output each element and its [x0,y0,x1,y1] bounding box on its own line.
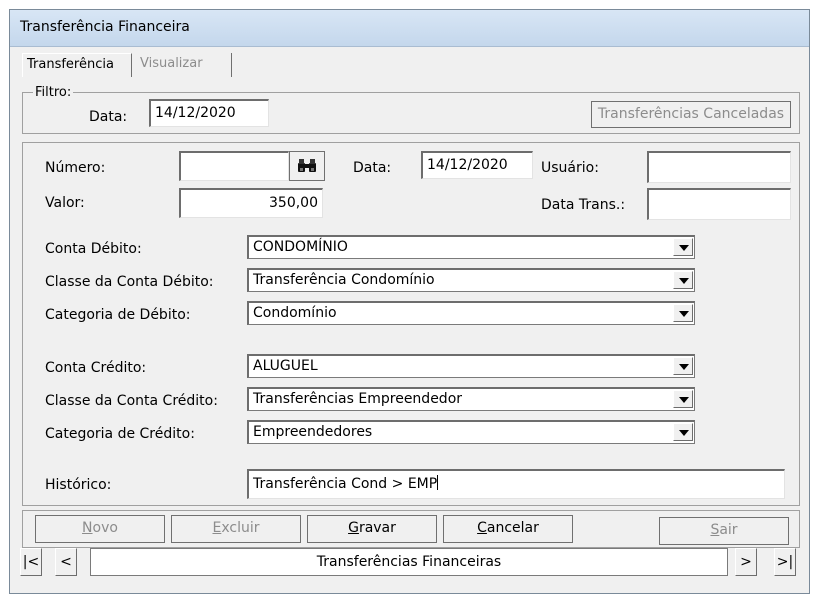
classe-debito-label: Classe da Conta Débito: [45,274,214,290]
chevron-down-icon[interactable] [673,357,693,375]
conta-debito-select[interactable]: CONDOMÍNIO [247,235,695,259]
conta-credito-value: ALUGUEL [253,358,318,374]
cancelar-accel: C [477,520,487,536]
sair-label: air [719,522,738,538]
sair-button[interactable]: Sair [659,517,789,545]
navigator-label: Transferências Financeiras [90,548,728,576]
sair-accel: S [710,522,720,538]
gravar-button[interactable]: Gravar [307,515,437,543]
next-record-button[interactable]: > [735,548,757,576]
categoria-debito-label: Categoria de Débito: [45,307,191,323]
chevron-down-icon[interactable] [673,423,693,441]
data-label: Data: [353,160,392,176]
filter-legend: Filtro: [33,85,74,100]
search-button[interactable] [289,151,325,181]
excluir-accel: E [212,520,222,536]
numero-label: Número: [45,160,106,176]
data-trans-label: Data Trans.: [541,197,626,213]
chevron-down-icon[interactable] [673,304,693,322]
cancelar-label: ancelar [486,520,539,536]
novo-button[interactable]: Novo [35,515,165,543]
tab-visualizar[interactable]: Visualizar [136,53,232,77]
text-caret [437,475,439,490]
data-trans-input[interactable] [647,188,791,220]
cancelar-button[interactable]: Cancelar [443,515,573,543]
conta-credito-label: Conta Crédito: [45,360,147,376]
usuario-label: Usuário: [541,160,599,176]
action-bar: Novo Excluir Gravar Cancelar Sair [22,510,800,548]
conta-debito-value: CONDOMÍNIO [253,239,348,255]
classe-debito-value: Transferência Condomínio [253,272,435,288]
last-record-button[interactable]: >| [774,548,796,576]
valor-label: Valor: [45,195,85,211]
conta-debito-label: Conta Débito: [45,241,142,257]
gravar-accel: G [348,520,359,536]
historico-value: Transferência Cond > EMP [253,476,438,492]
first-record-button[interactable]: |< [20,548,42,576]
novo-label: ovo [92,520,118,536]
binoculars-icon [298,159,316,172]
categoria-debito-select[interactable]: Condomínio [247,301,695,325]
main-window: Transferência Financeira Transferência V… [9,9,810,594]
filter-date-input[interactable]: 14/12/2020 [149,99,269,127]
chevron-down-icon[interactable] [673,271,693,289]
categoria-credito-value: Empreendedores [253,424,373,440]
numero-input[interactable] [179,151,289,181]
chevron-down-icon[interactable] [673,238,693,256]
data-input[interactable]: 14/12/2020 [421,151,533,179]
chevron-down-icon[interactable] [673,390,693,408]
classe-credito-value: Transferências Empreendedor [253,391,463,407]
valor-input[interactable]: 350,00 [179,188,323,218]
usuario-input[interactable] [647,151,791,183]
categoria-credito-select[interactable]: Empreendedores [247,420,695,444]
tab-transferencia[interactable]: Transferência [22,53,132,77]
categoria-debito-value: Condomínio [253,305,337,321]
title-bar: Transferência Financeira [10,10,809,47]
window-title: Transferência Financeira [20,19,190,35]
classe-credito-label: Classe da Conta Crédito: [45,393,218,409]
gravar-label: ravar [358,520,396,536]
conta-credito-select[interactable]: ALUGUEL [247,354,695,378]
categoria-credito-label: Categoria de Crédito: [45,426,195,442]
classe-credito-select[interactable]: Transferências Empreendedor [247,387,695,411]
historico-label: Histórico: [45,477,112,493]
filter-date-label: Data: [89,109,128,125]
prev-record-button[interactable]: < [55,548,77,576]
excluir-label: xcluir [221,520,260,536]
form-panel: Número: Data: 14/12/2020 Usuário: Valor:… [22,142,800,506]
excluir-button[interactable]: Excluir [171,515,301,543]
novo-accel: N [82,520,93,536]
classe-debito-select[interactable]: Transferência Condomínio [247,268,695,292]
filter-group: Filtro: Data: 14/12/2020 Transferências … [22,85,800,134]
canceled-transfers-button[interactable]: Transferências Canceladas [591,101,791,128]
historico-input[interactable]: Transferência Cond > EMP [247,469,785,499]
